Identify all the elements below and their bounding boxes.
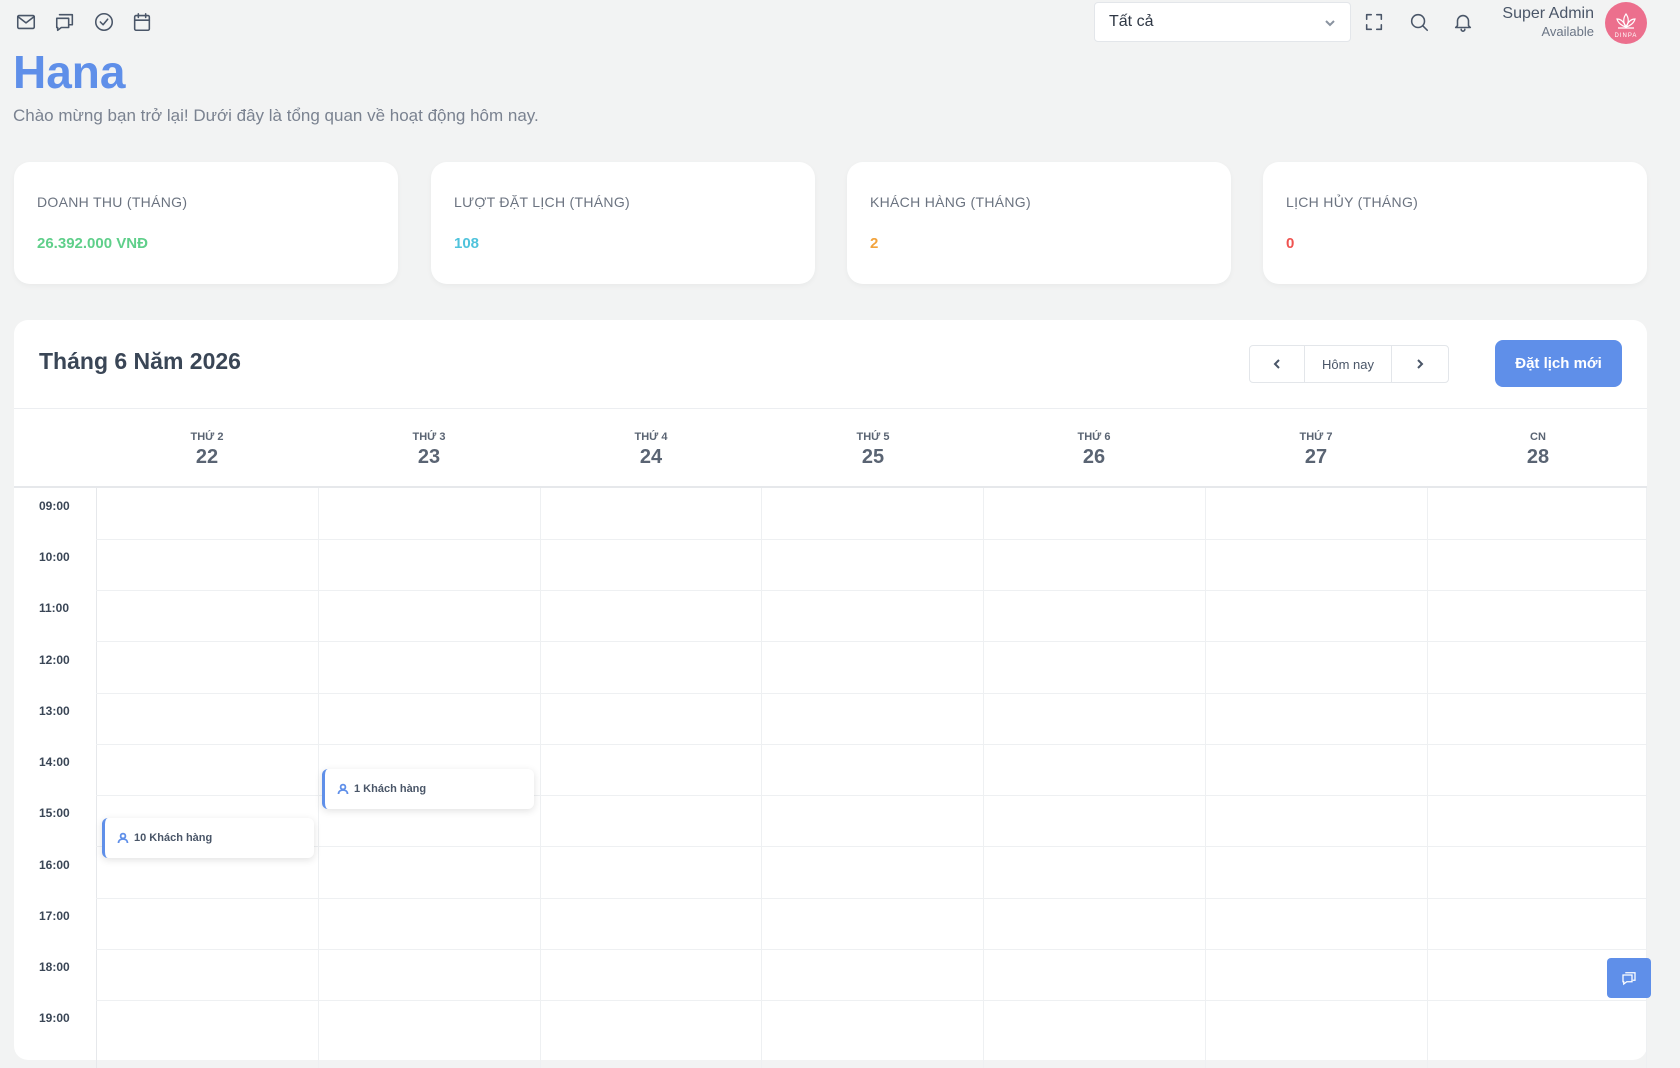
day-name: CN [1530, 431, 1546, 443]
chat-fab-button[interactable] [1607, 958, 1651, 998]
time-label: 12:00 [39, 653, 70, 667]
time-label: 19:00 [39, 1011, 70, 1025]
grid-divider [96, 641, 1647, 642]
new-booking-button[interactable]: Đặt lịch mới [1495, 340, 1622, 387]
day-header[interactable]: THỨ 4 24 [540, 409, 762, 489]
time-label: 18:00 [39, 960, 70, 974]
fullscreen-icon[interactable] [1362, 10, 1386, 34]
stat-card-cancellations: LỊCH HỦY (THÁNG) 0 [1263, 162, 1647, 284]
stat-value: 2 [870, 235, 879, 252]
check-circle-icon[interactable] [92, 10, 116, 34]
day-name: THỨ 6 [1077, 431, 1111, 443]
stat-card-customers: KHÁCH HÀNG (THÁNG) 2 [847, 162, 1231, 284]
chat-icon[interactable] [53, 10, 77, 34]
calendar-card: Tháng 6 Năm 2026 Hôm nay Đặt lịch mới TH… [14, 320, 1647, 1068]
time-label: 11:00 [39, 601, 70, 615]
grid-divider [96, 898, 1647, 899]
day-date: 22 [195, 446, 219, 468]
grid-divider [96, 949, 1647, 950]
user-info[interactable]: Super Admin Available [1502, 4, 1594, 40]
time-label: 14:00 [39, 755, 70, 769]
stat-label: KHÁCH HÀNG (THÁNG) [870, 194, 1031, 210]
grid-divider [1205, 488, 1206, 1068]
booking-event[interactable]: 10 Khách hàng [102, 818, 314, 858]
page-subtitle: Chào mừng bạn trở lại! Dưới đây là tổng … [13, 106, 539, 125]
grid-divider [96, 488, 97, 1068]
bell-icon[interactable] [1451, 10, 1475, 34]
calendar-nav: Hôm nay [1249, 345, 1449, 383]
event-label: 1 Khách hàng [354, 783, 427, 795]
time-label: 10:00 [39, 550, 70, 564]
booking-event[interactable]: 1 Khách hàng [322, 769, 534, 809]
day-date: 28 [1526, 446, 1550, 468]
time-label: 17:00 [39, 909, 70, 923]
next-week-button[interactable] [1392, 346, 1448, 382]
calendar-day-header: THỨ 2 22 THỨ 3 23 THỨ 4 24 THỨ 5 25 THỨ … [14, 408, 1647, 488]
grid-divider [96, 846, 1647, 847]
stat-value: 26.392.000 VNĐ [37, 235, 148, 252]
chat-icon [1622, 972, 1636, 986]
day-date: 23 [417, 446, 441, 468]
branch-select[interactable]: Tất cả [1094, 2, 1351, 42]
day-header[interactable]: THỨ 3 23 [318, 409, 540, 489]
calendar-title: Tháng 6 Năm 2026 [39, 348, 241, 374]
grid-divider [96, 744, 1647, 745]
day-name: THỨ 7 [1299, 431, 1333, 443]
time-label: 13:00 [39, 704, 70, 718]
day-header[interactable]: THỨ 6 26 [983, 409, 1205, 489]
stat-label: LỊCH HỦY (THÁNG) [1286, 194, 1419, 210]
grid-divider [96, 539, 1647, 540]
day-header[interactable]: CN 28 [1427, 409, 1649, 489]
stat-value: 108 [454, 235, 480, 252]
user-icon [117, 832, 129, 844]
day-header[interactable]: THỨ 2 22 [96, 409, 318, 489]
chevron-left-icon [1273, 359, 1280, 369]
chevron-down-icon [1324, 16, 1336, 28]
grid-divider [1427, 488, 1428, 1068]
day-name: THỨ 3 [412, 431, 446, 443]
stat-label: LƯỢT ĐẶT LỊCH (THÁNG) [454, 194, 630, 210]
day-date: 24 [639, 446, 663, 468]
day-date: 26 [1082, 446, 1106, 468]
grid-divider [318, 488, 319, 1068]
calendar-grid[interactable]: 09:00 10:00 11:00 12:00 13:00 14:00 15:0… [14, 488, 1647, 1068]
grid-divider [96, 693, 1647, 694]
user-icon [337, 783, 349, 795]
grid-divider [96, 1000, 1647, 1001]
day-date: 25 [861, 446, 885, 468]
stat-card-bookings: LƯỢT ĐẶT LỊCH (THÁNG) 108 [431, 162, 815, 284]
event-label: 10 Khách hàng [134, 832, 213, 844]
search-icon[interactable] [1407, 10, 1431, 34]
avatar-logo-text: DINPA [1614, 33, 1638, 39]
grid-divider [983, 488, 984, 1068]
page-title: Hana [13, 46, 126, 98]
grid-divider [96, 590, 1647, 591]
user-status: Available [1541, 24, 1594, 39]
calendar-icon[interactable] [130, 10, 154, 34]
time-label: 09:00 [39, 499, 70, 513]
day-header[interactable]: THỨ 7 27 [1205, 409, 1427, 489]
day-name: THỨ 2 [190, 431, 224, 443]
mail-icon[interactable] [14, 10, 38, 34]
grid-divider [761, 488, 762, 1068]
time-label: 15:00 [39, 806, 70, 820]
avatar[interactable]: DINPA [1605, 2, 1647, 44]
branch-select-value: Tất cả [1109, 13, 1154, 30]
prev-week-button[interactable] [1250, 346, 1306, 382]
today-button[interactable]: Hôm nay [1305, 346, 1392, 382]
day-header[interactable]: THỨ 5 25 [762, 409, 984, 489]
user-name: Super Admin [1502, 5, 1594, 22]
stat-value: 0 [1286, 235, 1295, 252]
top-bar: Tất cả Super Admin Available DINPA [0, 0, 1680, 44]
stat-label: DOANH THU (THÁNG) [37, 194, 188, 210]
grid-divider [540, 488, 541, 1068]
time-label: 16:00 [39, 858, 70, 872]
day-date: 27 [1304, 446, 1328, 468]
stat-card-revenue: DOANH THU (THÁNG) 26.392.000 VNĐ [14, 162, 398, 284]
chevron-right-icon [1417, 359, 1424, 369]
day-name: THỨ 4 [634, 431, 668, 443]
day-name: THỨ 5 [856, 431, 890, 443]
